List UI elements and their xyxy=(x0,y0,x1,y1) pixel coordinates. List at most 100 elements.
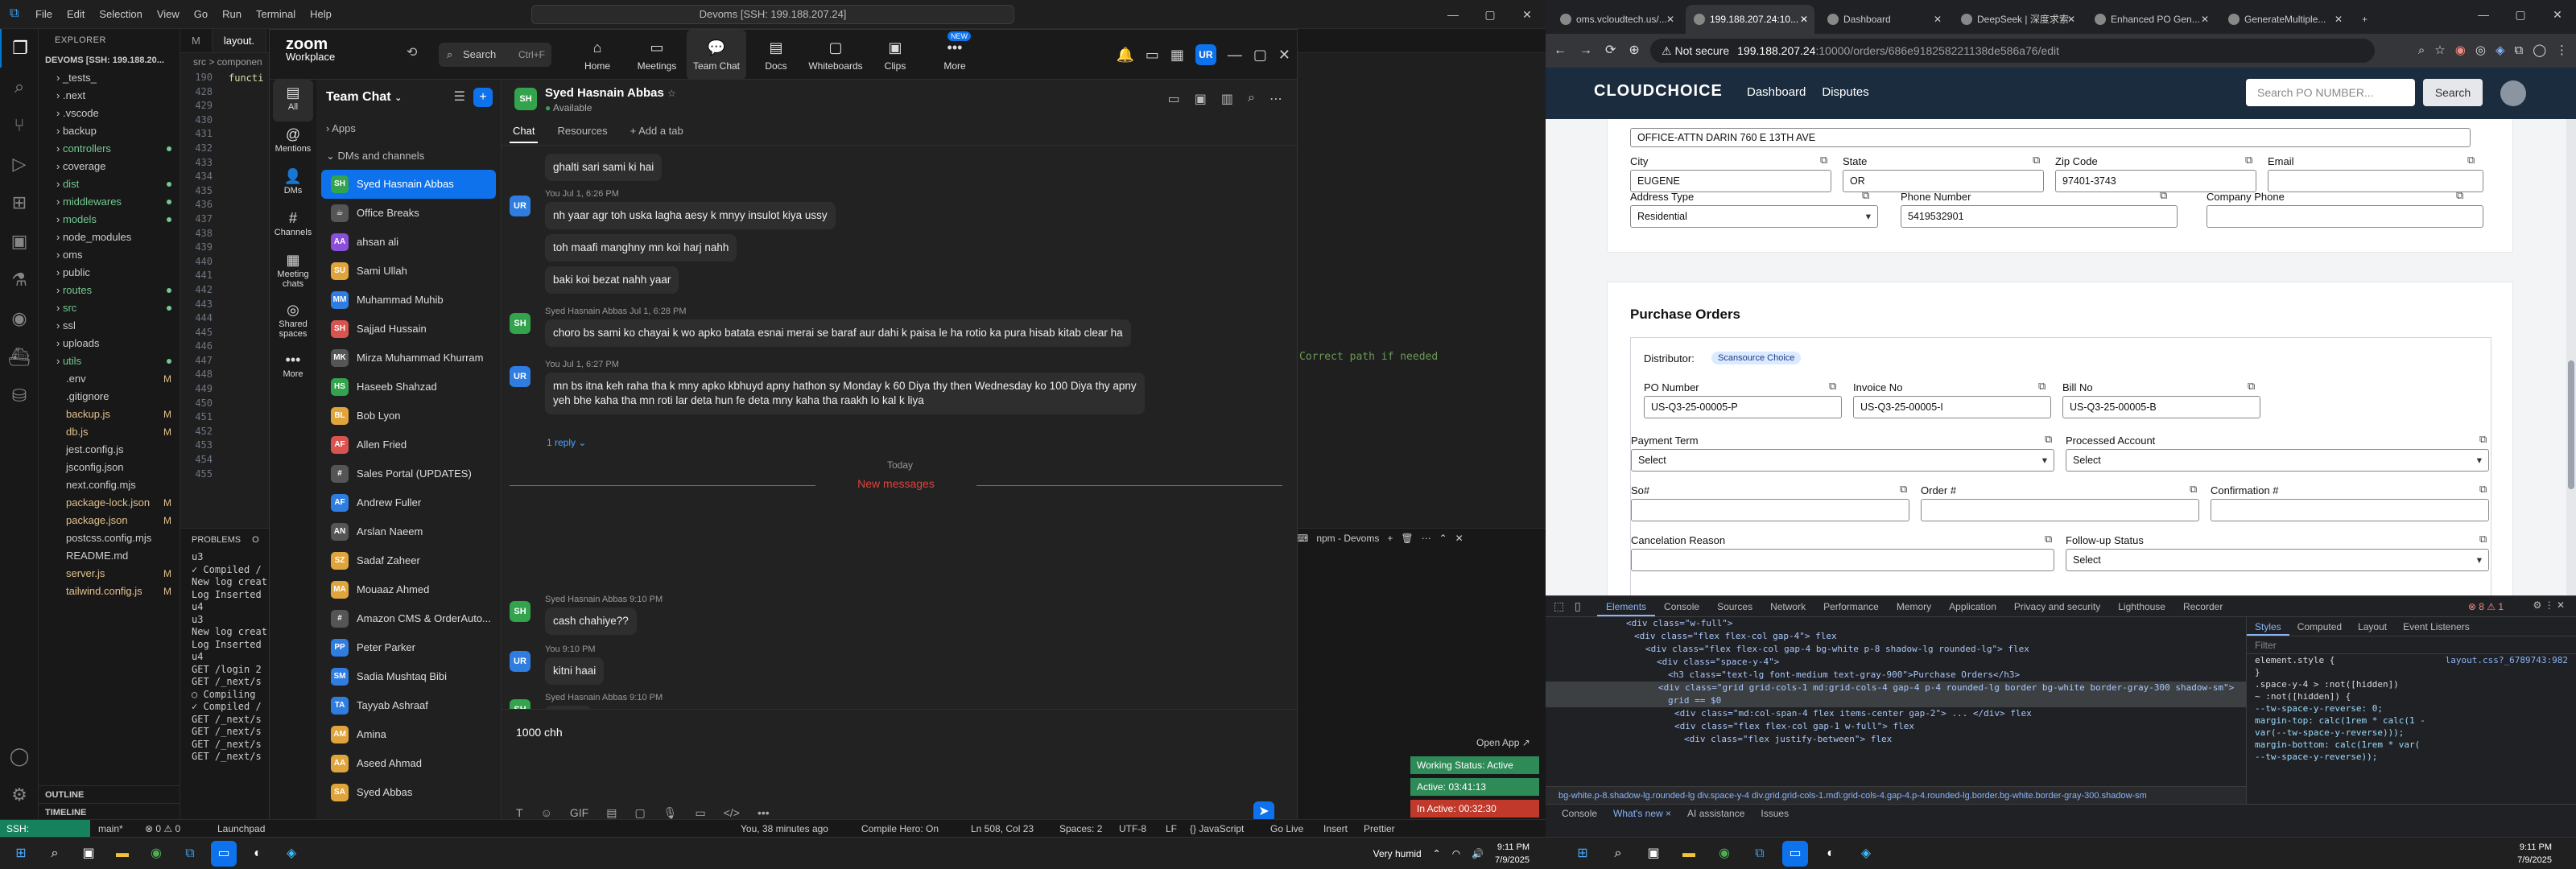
devtools-tab[interactable]: Console xyxy=(1655,596,1708,616)
screen-share-icon[interactable]: ▭ xyxy=(1146,30,1159,80)
testing-icon[interactable]: ⚗ xyxy=(0,261,39,299)
message-avatar[interactable]: SH xyxy=(510,601,530,622)
calendar-icon[interactable]: ▦ xyxy=(1170,30,1184,80)
forward-icon[interactable]: → xyxy=(1579,34,1592,68)
maximize-icon[interactable]: ▢ xyxy=(1253,30,1267,80)
style-line[interactable]: ~ :not([hidden]) { xyxy=(2247,690,2576,702)
contact-item[interactable]: TA Tayyab Ashraaf xyxy=(316,691,501,720)
chat-tab[interactable]: Chat xyxy=(510,120,539,143)
styles-tab[interactable]: Event Listeners xyxy=(2395,617,2478,636)
dom-node[interactable]: <div class="flex flex-col gap-4 bg-white… xyxy=(1546,643,2246,656)
folder-item[interactable]: › oms xyxy=(39,246,180,264)
nav-more[interactable]: ••• More NEW xyxy=(925,30,985,80)
contact-item[interactable]: SH Sajjad Hussain xyxy=(316,315,501,344)
minimize-icon[interactable]: — xyxy=(2465,0,2502,29)
devtools-tab[interactable]: Sources xyxy=(1708,596,1761,616)
folder-item[interactable]: › _tests_ xyxy=(39,69,180,87)
more-icon[interactable]: ••• xyxy=(758,806,770,820)
folder-item[interactable]: › dist xyxy=(39,175,180,193)
zoom-icon[interactable]: ▭ xyxy=(211,841,237,867)
compose-input[interactable]: 1000 chh xyxy=(516,726,563,739)
status-item[interactable]: Compile Hero: On xyxy=(861,820,939,838)
rail-meeting-chats[interactable]: ▦ Meeting chats xyxy=(270,247,316,297)
contact-item[interactable]: AA ahsan ali xyxy=(316,228,501,257)
minimize-icon[interactable]: — xyxy=(1228,30,1242,80)
style-source-link[interactable]: layout.css?_6789743:982 xyxy=(2446,654,2568,666)
extension-icon[interactable]: ◈ xyxy=(2496,34,2505,68)
devtools-tab[interactable]: Recorder xyxy=(2174,596,2231,616)
trash-icon[interactable]: 🗑 xyxy=(1401,529,1413,548)
contact-item[interactable]: AA Aseed Ahmad xyxy=(316,749,501,778)
launchpad[interactable]: Launchpad xyxy=(217,820,265,838)
search-icon[interactable]: ⌕ xyxy=(1248,91,1255,107)
copy-icon[interactable]: ⧉ xyxy=(2479,483,2487,496)
extension-icon[interactable]: ◉ xyxy=(2455,34,2466,68)
message-avatar[interactable]: SH xyxy=(510,699,530,709)
styles-tab[interactable]: Computed xyxy=(2289,617,2350,636)
style-line[interactable]: var(--tw-space-y-reverse))); xyxy=(2247,727,2576,739)
contact-item[interactable]: AF Andrew Fuller xyxy=(316,488,501,517)
file-item[interactable]: postcss.config.mjs xyxy=(39,529,180,547)
video-icon[interactable]: ▭ xyxy=(1168,91,1180,107)
style-line[interactable]: margin-top: calc(1rem * calc(1 - xyxy=(2247,715,2576,727)
address-bar[interactable]: ⚠ Not secure 199.188.207.24:10000/orders/… xyxy=(1650,39,2375,63)
menu-file[interactable]: File xyxy=(35,8,52,20)
not-secure-indicator[interactable]: ⚠ Not secure xyxy=(1662,44,1729,57)
file-explorer-icon[interactable]: ▬ xyxy=(109,841,135,867)
style-line[interactable]: margin-bottom: calc(1rem * var( xyxy=(2247,739,2576,751)
devtools-settings-icon[interactable]: ⚙ ⋮ ✕ xyxy=(2533,599,2565,611)
devtools-tab[interactable]: Network xyxy=(1761,596,1814,616)
copy-icon[interactable]: ⧉ xyxy=(2033,154,2040,167)
settings-gear-icon[interactable]: ⚙ xyxy=(0,776,39,814)
vscode-icon[interactable]: ⧉ xyxy=(1747,841,1773,867)
contact-item[interactable]: SA Syed Abbas xyxy=(316,778,501,807)
file-item[interactable]: backup.js M xyxy=(39,406,180,423)
rail-all[interactable]: ▤ All xyxy=(273,80,313,121)
address-type-select[interactable]: Residential xyxy=(1630,205,1878,228)
file-explorer-icon[interactable]: ▬ xyxy=(1676,841,1702,867)
filter-icon[interactable]: ☰ xyxy=(454,80,465,115)
processed-account-select[interactable]: Select xyxy=(2066,449,2489,472)
company-phone-input[interactable] xyxy=(2207,205,2483,228)
dom-node[interactable]: <h3 class="text-lg font-medium text-gray… xyxy=(1546,669,2246,682)
drawer-tab[interactable]: AI assistance xyxy=(1687,805,1744,822)
menu-icon[interactable]: ⋮ xyxy=(2556,34,2568,68)
styles-tab[interactable]: Layout xyxy=(2350,617,2395,636)
po-search-input[interactable]: Search PO NUMBER... xyxy=(2246,79,2415,106)
devtools-tab[interactable]: Memory xyxy=(1888,596,1940,616)
folder-item[interactable]: › .vscode xyxy=(39,105,180,122)
style-line[interactable]: --tw-space-y-reverse: 0; xyxy=(2247,702,2576,715)
devtools-tab[interactable]: Elements xyxy=(1597,596,1656,616)
folder-item[interactable]: › controllers xyxy=(39,140,180,158)
dom-breadcrumbs[interactable]: bg-white.p-8.shadow-lg.rounded-lg div.sp… xyxy=(1546,786,2246,804)
bookmark-star-icon[interactable]: ☆ xyxy=(2434,34,2445,68)
task-view-icon[interactable]: ▣ xyxy=(1641,841,1666,867)
git-graph-icon[interactable]: ◉ xyxy=(0,299,39,338)
history-icon[interactable]: ⟲ xyxy=(407,44,417,60)
search-icon[interactable]: ⌕ xyxy=(1605,841,1631,867)
tab-close-icon[interactable]: ✕ xyxy=(1666,5,1674,34)
format-icon[interactable]: T xyxy=(516,806,523,820)
message-bubble[interactable]: toh maafi manghny mn koi harj nahh xyxy=(545,234,737,262)
status-item[interactable]: Ln 508, Col 23 xyxy=(971,820,1034,838)
devtools-tab[interactable]: Performance xyxy=(1814,596,1888,616)
nav-home[interactable]: ⌂ Home xyxy=(568,30,627,80)
remote-explorer-icon[interactable]: ▣ xyxy=(0,222,39,261)
extensions-icon[interactable]: ⊞ xyxy=(0,183,39,222)
terminal-title[interactable]: npm - Devoms xyxy=(1316,529,1379,548)
file-item[interactable]: .gitignore xyxy=(39,388,180,406)
app-nav-disputes[interactable]: Disputes xyxy=(1822,85,1868,99)
devtools-tab[interactable]: Lighthouse xyxy=(2109,596,2174,616)
split-icon[interactable]: ⊕ xyxy=(1629,34,1639,68)
drawer-tab[interactable]: Issues xyxy=(1761,805,1789,822)
zoom-icon[interactable]: ▭ xyxy=(1782,841,1808,867)
status-item[interactable]: {} JavaScript xyxy=(1190,820,1244,838)
devtools-tab[interactable]: Application xyxy=(1940,596,2005,616)
mic-icon[interactable]: 🎙 xyxy=(663,806,678,820)
file-icon[interactable]: ▤ xyxy=(606,806,617,820)
address-line-input[interactable]: OFFICE-ATTN DARIN 760 E 13TH AVE xyxy=(1630,128,2471,147)
chat-avatar[interactable]: SH xyxy=(514,88,537,110)
payment-term-select[interactable]: Select xyxy=(1631,449,2054,472)
dom-node[interactable]: <div class="md:col-span-4 flex items-cen… xyxy=(1546,707,2246,720)
command-center-search[interactable]: Devoms [SSH: 199.188.207.24] xyxy=(531,5,1014,24)
